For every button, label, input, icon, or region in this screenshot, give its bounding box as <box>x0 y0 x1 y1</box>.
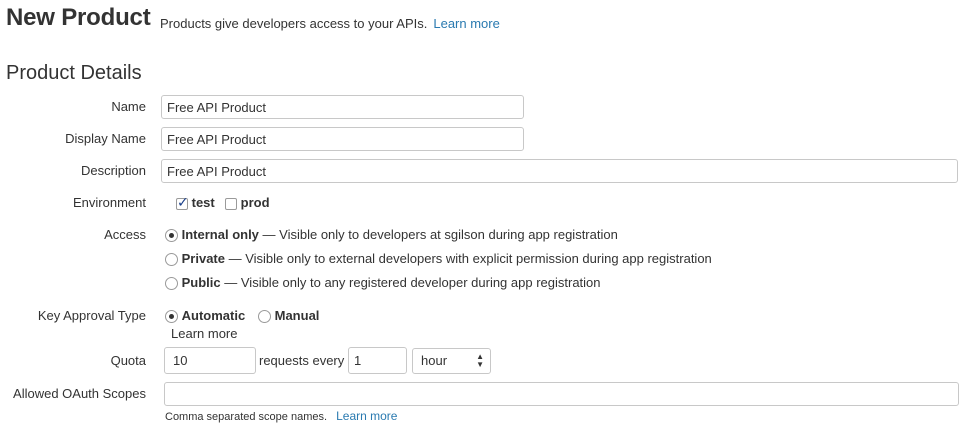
quota-unit-value: hour <box>421 353 448 368</box>
quota-label: Quota <box>110 353 146 368</box>
access-private-radio[interactable] <box>165 253 178 267</box>
key-approval-automatic-label: Automatic <box>181 308 246 323</box>
access-internal-desc: — Visible only to developers at sgilson … <box>258 227 618 242</box>
section-title: Product Details <box>6 62 142 84</box>
access-label: Access <box>104 227 146 242</box>
description-input[interactable] <box>161 159 958 183</box>
name-input[interactable] <box>161 95 524 119</box>
environment-test-label: test <box>191 195 215 210</box>
description-label: Description <box>80 163 146 178</box>
environment-test-checkbox[interactable] <box>176 194 189 211</box>
environment-test-option[interactable]: test <box>176 194 215 211</box>
display-name-label: Display Name <box>65 131 146 146</box>
access-internal-option[interactable]: Internal only — Visible only to develope… <box>165 227 618 243</box>
access-internal-radio[interactable] <box>165 229 178 243</box>
page-subtitle: Products give developers access to your … <box>160 16 500 31</box>
quota-unit-select[interactable]: hour ▲ ▼ <box>412 348 491 374</box>
access-public-title: Public <box>181 275 221 290</box>
key-approval-label: Key Approval Type <box>37 308 146 323</box>
access-private-title: Private <box>181 251 225 266</box>
quota-input[interactable] <box>164 347 256 374</box>
access-public-desc: — Visible only to any registered develop… <box>220 275 601 290</box>
access-internal-title: Internal only <box>181 227 259 242</box>
oauth-scopes-help-text: Comma separated scope names. <box>165 411 328 423</box>
subtitle-text: Products give developers access to your … <box>160 16 428 31</box>
environment-prod-label: prod <box>240 195 270 210</box>
key-approval-automatic-radio[interactable] <box>165 310 178 324</box>
key-approval-manual-option[interactable]: Manual <box>258 308 320 324</box>
key-approval-learn-more-link[interactable]: Learn more <box>171 326 237 341</box>
oauth-scopes-learn-more-link[interactable]: Learn more <box>336 409 397 423</box>
oauth-scopes-input[interactable] <box>164 382 959 406</box>
key-approval-automatic-option[interactable]: Automatic <box>165 308 246 324</box>
oauth-scopes-label: Allowed OAuth Scopes <box>13 386 146 401</box>
access-public-option[interactable]: Public — Visible only to any registered … <box>165 275 601 291</box>
key-approval-manual-label: Manual <box>274 308 320 323</box>
environment-prod-checkbox[interactable] <box>225 197 237 210</box>
key-approval-manual-radio[interactable] <box>258 310 271 324</box>
display-name-input[interactable] <box>161 127 524 151</box>
page-title: New Product <box>6 4 151 31</box>
access-private-desc: — Visible only to external developers wi… <box>225 251 712 266</box>
header-learn-more-link[interactable]: Learn more <box>433 16 499 31</box>
select-arrows-icon: ▲ ▼ <box>476 352 484 369</box>
quota-interval-input[interactable] <box>348 347 407 374</box>
access-private-option[interactable]: Private — Visible only to external devel… <box>165 251 712 267</box>
oauth-scopes-help: Comma separated scope names. Learn more <box>165 409 397 423</box>
environment-prod-option[interactable]: prod <box>225 195 270 210</box>
environment-label: Environment <box>73 195 146 210</box>
name-label: Name <box>111 99 146 114</box>
quota-requests-every-text: requests every <box>259 353 345 368</box>
access-public-radio[interactable] <box>165 277 178 291</box>
